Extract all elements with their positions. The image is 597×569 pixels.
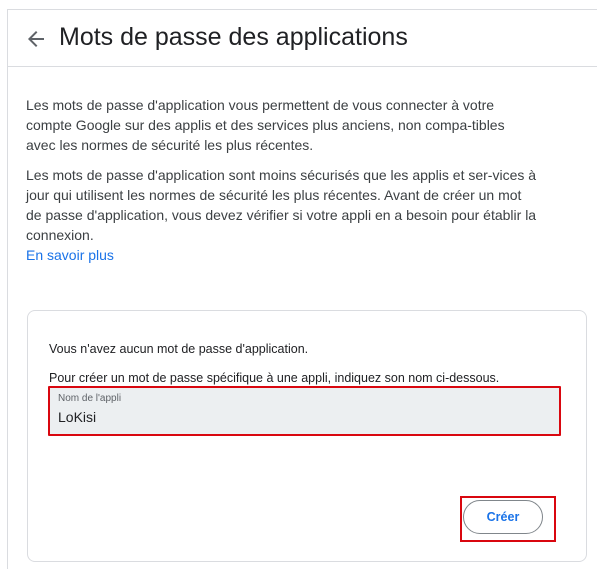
intro-paragraph-2-text: Les mots de passe d'application sont moi… xyxy=(26,167,537,243)
intro-paragraph-2: Les mots de passe d'application sont moi… xyxy=(26,165,538,265)
app-passwords-panel: Mots de passe des applications Les mots … xyxy=(7,9,597,569)
create-instructions: Pour créer un mot de passe spécifique à … xyxy=(49,371,500,385)
header: Mots de passe des applications xyxy=(8,10,597,67)
page-title: Mots de passe des applications xyxy=(59,23,408,51)
arrow-back-icon[interactable] xyxy=(24,27,48,51)
learn-more-link[interactable]: En savoir plus xyxy=(26,247,114,263)
app-name-label: Nom de l'appli xyxy=(58,393,122,404)
app-password-card: Vous n'avez aucun mot de passe d'applica… xyxy=(27,310,587,562)
app-name-field[interactable]: Nom de l'appli LoKisi xyxy=(48,386,561,436)
empty-state-message: Vous n'avez aucun mot de passe d'applica… xyxy=(49,342,309,356)
intro-text: Les mots de passe d'application vous per… xyxy=(26,95,538,265)
app-name-input-value[interactable]: LoKisi xyxy=(58,408,96,426)
intro-paragraph-1: Les mots de passe d'application vous per… xyxy=(26,97,505,153)
page: Mots de passe des applications Les mots … xyxy=(0,0,597,569)
create-button[interactable]: Créer xyxy=(463,500,543,534)
